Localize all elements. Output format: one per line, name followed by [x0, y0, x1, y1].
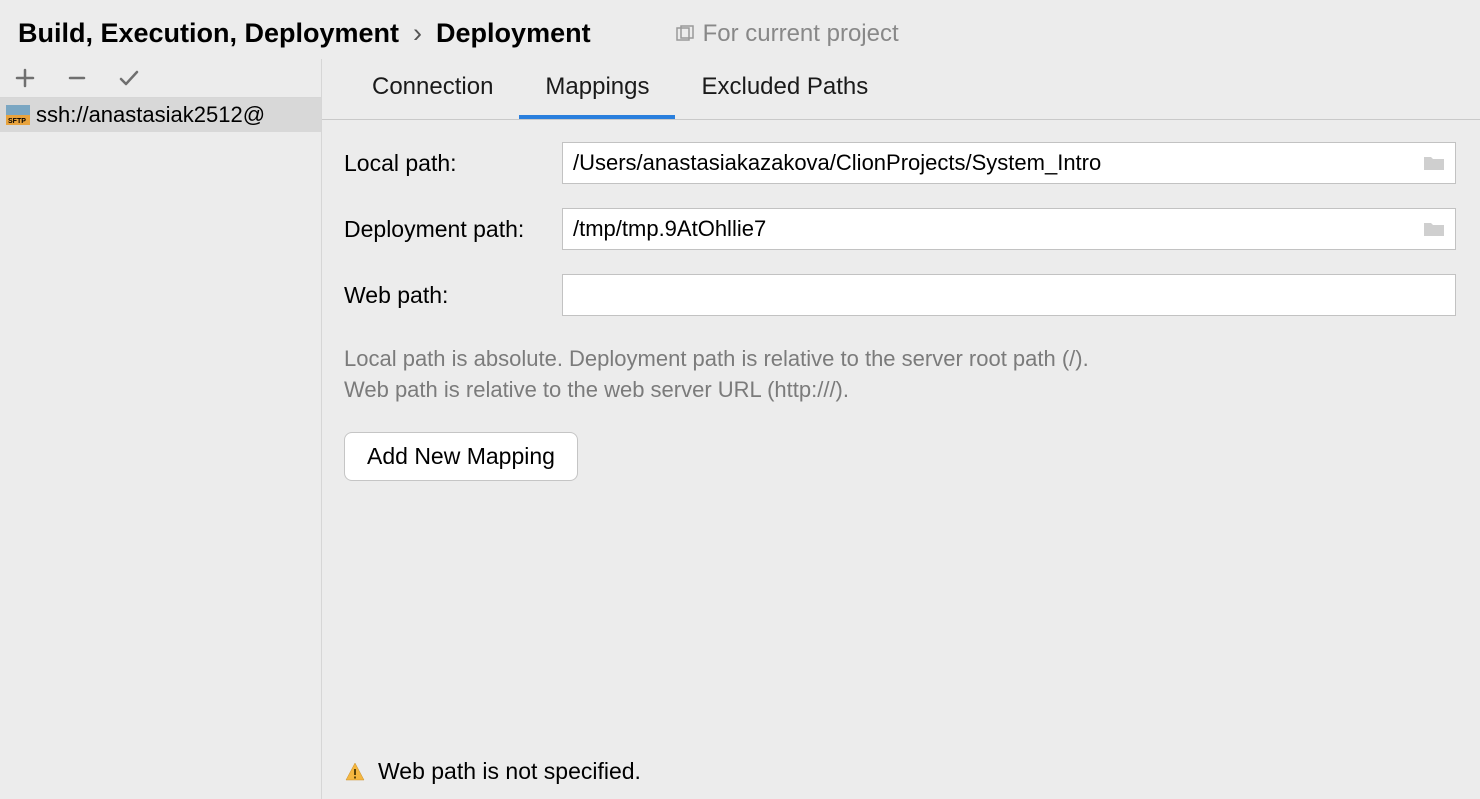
- remove-server-button[interactable]: [64, 65, 90, 91]
- settings-tabs: Connection Mappings Excluded Paths: [322, 59, 1480, 120]
- breadcrumb: Build, Execution, Deployment › Deploymen…: [18, 18, 591, 49]
- tab-excluded-paths[interactable]: Excluded Paths: [675, 59, 894, 119]
- server-toolbar: [0, 59, 321, 98]
- project-scope-icon: [675, 24, 695, 44]
- add-new-mapping-button[interactable]: Add New Mapping: [344, 432, 578, 481]
- tab-mappings[interactable]: Mappings: [519, 59, 675, 119]
- server-item[interactable]: SFTP ssh://anastasiak2512@: [0, 98, 321, 132]
- settings-header: Build, Execution, Deployment › Deploymen…: [0, 0, 1480, 59]
- warning-icon: [344, 761, 366, 783]
- settings-content: Connection Mappings Excluded Paths Local…: [322, 59, 1480, 799]
- main-area: SFTP ssh://anastasiak2512@ Connection Ma…: [0, 59, 1480, 799]
- warning-bar: Web path is not specified.: [344, 758, 641, 785]
- breadcrumb-parent[interactable]: Build, Execution, Deployment: [18, 18, 399, 49]
- breadcrumb-current: Deployment: [436, 18, 591, 49]
- server-item-label: ssh://anastasiak2512@: [36, 102, 265, 128]
- server-sidebar: SFTP ssh://anastasiak2512@: [0, 59, 322, 799]
- sftp-icon: SFTP: [6, 103, 30, 127]
- svg-text:SFTP: SFTP: [8, 118, 26, 125]
- add-server-button[interactable]: [12, 65, 38, 91]
- mappings-form: Local path: Deployment path:: [322, 120, 1480, 481]
- warning-text: Web path is not specified.: [378, 758, 641, 785]
- local-path-label: Local path:: [344, 150, 544, 177]
- web-path-label: Web path:: [344, 282, 544, 309]
- server-list: SFTP ssh://anastasiak2512@: [0, 98, 321, 799]
- browse-deployment-path-button[interactable]: [1413, 220, 1455, 238]
- hint-line1: Local path is absolute. Deployment path …: [344, 346, 1089, 371]
- local-path-input[interactable]: [563, 144, 1413, 182]
- web-path-input[interactable]: [563, 276, 1455, 314]
- browse-local-path-button[interactable]: [1413, 154, 1455, 172]
- deployment-path-label: Deployment path:: [344, 216, 544, 243]
- set-default-button[interactable]: [116, 65, 142, 91]
- scope-label: For current project: [675, 20, 899, 48]
- web-path-row: Web path:: [344, 274, 1456, 316]
- web-path-input-wrap: [562, 274, 1456, 316]
- hint-line2: Web path is relative to the web server U…: [344, 377, 849, 402]
- deployment-path-input-wrap: [562, 208, 1456, 250]
- deployment-path-input[interactable]: [563, 210, 1413, 248]
- local-path-input-wrap: [562, 142, 1456, 184]
- deployment-path-row: Deployment path:: [344, 208, 1456, 250]
- local-path-row: Local path:: [344, 142, 1456, 184]
- mapping-hint: Local path is absolute. Deployment path …: [344, 344, 1456, 406]
- chevron-right-icon: ›: [413, 18, 422, 49]
- tab-connection[interactable]: Connection: [346, 59, 519, 119]
- scope-text: For current project: [703, 20, 899, 48]
